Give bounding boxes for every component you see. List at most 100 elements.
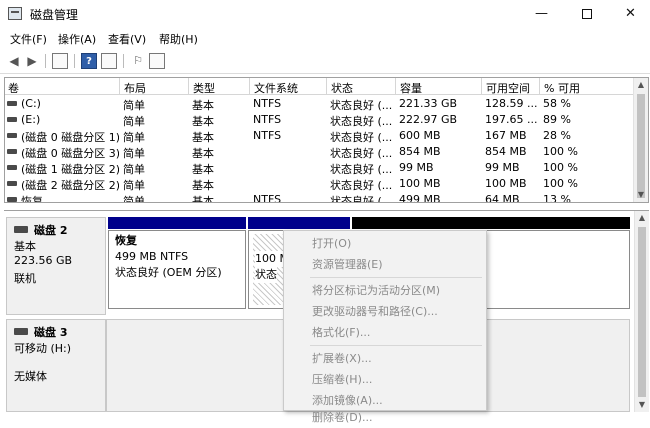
maximize-button[interactable]	[564, 0, 609, 28]
col-header-capacity[interactable]: 容量	[397, 80, 422, 96]
table-row[interactable]: (磁盘 1 磁盘分区 2) 简单 基本 状态良好 (... 99 MB 99 MB 100 …	[5, 160, 633, 176]
column-divider	[249, 78, 250, 95]
cell-volume: (磁盘 0 磁盘分区 3)	[21, 147, 119, 160]
disk-icon	[14, 226, 28, 233]
disk-name: 磁盘 3	[34, 326, 68, 339]
menu-item-explore[interactable]: 资源管理器(E)	[284, 254, 486, 275]
list-icon[interactable]	[149, 53, 165, 69]
scroll-thumb[interactable]	[638, 227, 646, 397]
toolbar: ◀ ▶ ? ⚐	[0, 48, 650, 74]
disk-icon	[14, 328, 28, 335]
column-divider	[326, 78, 327, 95]
cell-percent-free: 100 %	[543, 161, 578, 174]
toolbar-separator	[123, 54, 124, 68]
disk-3-label[interactable]: 磁盘 3 可移动 (H:) 无媒体	[6, 319, 106, 412]
menu-item-extend-volume[interactable]: 扩展卷(X)...	[284, 348, 486, 369]
scroll-down-arrow-icon[interactable]: ▼	[635, 398, 649, 412]
column-divider	[539, 78, 540, 95]
cell-layout: 简单	[123, 147, 145, 160]
cell-type: 基本	[192, 179, 214, 192]
disk-name: 磁盘 2	[34, 224, 68, 237]
close-button[interactable]: ✕	[608, 0, 650, 28]
col-header-layout[interactable]: 布局	[121, 80, 146, 96]
cell-free-space: 100 MB	[485, 177, 527, 190]
menu-item-mark-active[interactable]: 将分区标记为活动分区(M)	[284, 280, 486, 301]
disk-size: 223.56 GB	[14, 254, 73, 267]
cell-type: 基本	[192, 131, 214, 144]
minimize-button[interactable]: —	[519, 0, 564, 28]
volume-list[interactable]: 卷 布局 类型 文件系统 状态 容量 可用空间 % 可用 (C:) 简单 基本 NTF…	[4, 77, 649, 203]
cell-status: 状态良好 (...	[330, 99, 393, 112]
cell-type: 基本	[192, 195, 214, 203]
cell-filesystem: NTFS	[253, 193, 282, 203]
cell-filesystem: NTFS	[253, 113, 282, 126]
table-row[interactable]: (C:) 简单 基本 NTFS 状态良好 (... 221.33 GB 128.59 ...…	[5, 96, 633, 112]
back-icon[interactable]: ◀	[6, 53, 22, 69]
cell-status: 状态良好 (...	[330, 195, 393, 203]
partition-bar	[352, 217, 630, 229]
cell-status: 状态良好 (...	[330, 163, 393, 176]
cell-volume: (C:)	[21, 97, 41, 110]
menu-item-open[interactable]: 打开(O)	[284, 233, 486, 254]
menu-help[interactable]: 帮助(H)	[159, 31, 198, 47]
disk-2-label[interactable]: 磁盘 2 基本 223.56 GB 联机	[6, 217, 106, 315]
partition-status: 状态良好 (OEM 分区)	[115, 266, 222, 279]
cell-status: 状态良好 (...	[330, 179, 393, 192]
table-row[interactable]: (磁盘 2 磁盘分区 2) 简单 基本 状态良好 (... 100 MB 100 MB 10…	[5, 176, 633, 192]
col-header-free-space[interactable]: 可用空间	[483, 80, 530, 96]
scroll-thumb[interactable]	[637, 94, 645, 198]
col-header-volume[interactable]: 卷	[5, 80, 19, 96]
partition-body: 恢复 499 MB NTFS 状态良好 (OEM 分区)	[108, 230, 246, 309]
forward-icon[interactable]: ▶	[24, 53, 40, 69]
cell-free-space: 99 MB	[485, 161, 520, 174]
menu-item-change-drive-letter[interactable]: 更改驱动器号和路径(C)...	[284, 301, 486, 322]
scroll-up-arrow-icon[interactable]: ▲	[634, 78, 648, 92]
disk-type: 可移动 (H:)	[14, 342, 72, 355]
help-icon[interactable]: ?	[81, 53, 97, 69]
cell-capacity: 221.33 GB	[399, 97, 458, 110]
volume-list-scrollbar[interactable]: ▲ ▼	[633, 78, 648, 202]
partition-bar	[108, 217, 246, 229]
partition-bar	[248, 217, 350, 229]
volume-icon	[7, 133, 17, 138]
table-row[interactable]: (E:) 简单 基本 NTFS 状态良好 (... 222.97 GB 197.65 ...…	[5, 112, 633, 128]
col-header-type[interactable]: 类型	[190, 80, 215, 96]
partition-name: 恢复	[115, 234, 137, 247]
cell-percent-free: 13 %	[543, 193, 571, 203]
menu-item-format[interactable]: 格式化(F)...	[284, 322, 486, 343]
column-divider	[188, 78, 189, 95]
title-bar: 磁盘管理 — ✕	[0, 0, 650, 28]
scroll-up-arrow-icon[interactable]: ▲	[635, 211, 649, 225]
scroll-down-arrow-icon[interactable]: ▼	[634, 188, 648, 202]
col-header-status[interactable]: 状态	[328, 80, 353, 96]
cell-type: 基本	[192, 115, 214, 128]
cell-volume: (磁盘 0 磁盘分区 1)	[21, 131, 119, 144]
menu-action[interactable]: 操作(A)	[58, 31, 96, 47]
menu-view[interactable]: 查看(V)	[108, 31, 146, 47]
table-row[interactable]: 恢复 简单 基本 NTFS 状态良好 (... 499 MB 64 MB 13 %	[5, 192, 633, 203]
table-row[interactable]: (磁盘 0 磁盘分区 3) 简单 基本 状态良好 (... 854 MB 854 MB 10…	[5, 144, 633, 160]
menu-item-delete-volume[interactable]: 删除卷(D)...	[284, 407, 486, 428]
cell-volume: 恢复	[21, 195, 43, 203]
connect-icon[interactable]: ⚐	[130, 53, 146, 69]
cell-percent-free: 100 %	[543, 177, 578, 190]
recovery-partition[interactable]: 恢复 499 MB NTFS 状态良好 (OEM 分区)	[108, 217, 246, 309]
col-header-filesystem[interactable]: 文件系统	[251, 80, 298, 96]
menu-item-shrink-volume[interactable]: 压缩卷(H)...	[284, 369, 486, 390]
cell-free-space: 128.59 ...	[485, 97, 538, 110]
cell-capacity: 854 MB	[399, 145, 441, 158]
volume-icon	[7, 101, 17, 106]
cell-capacity: 100 MB	[399, 177, 441, 190]
properties-icon[interactable]	[101, 53, 117, 69]
cell-status: 状态良好 (...	[330, 147, 393, 160]
cell-free-space: 197.65 ...	[485, 113, 538, 126]
toolbar-separator	[45, 54, 46, 68]
cell-layout: 简单	[123, 195, 145, 203]
cell-type: 基本	[192, 147, 214, 160]
col-header-percent-free[interactable]: % 可用	[541, 80, 580, 96]
menu-file[interactable]: 文件(F)	[10, 31, 47, 47]
console-tree-icon[interactable]	[52, 53, 68, 69]
disk-view-scrollbar[interactable]: ▲ ▼	[634, 211, 649, 412]
table-row[interactable]: (磁盘 0 磁盘分区 1) 简单 基本 NTFS 状态良好 (... 600 MB 167 …	[5, 128, 633, 144]
disk-status: 联机	[14, 272, 36, 285]
